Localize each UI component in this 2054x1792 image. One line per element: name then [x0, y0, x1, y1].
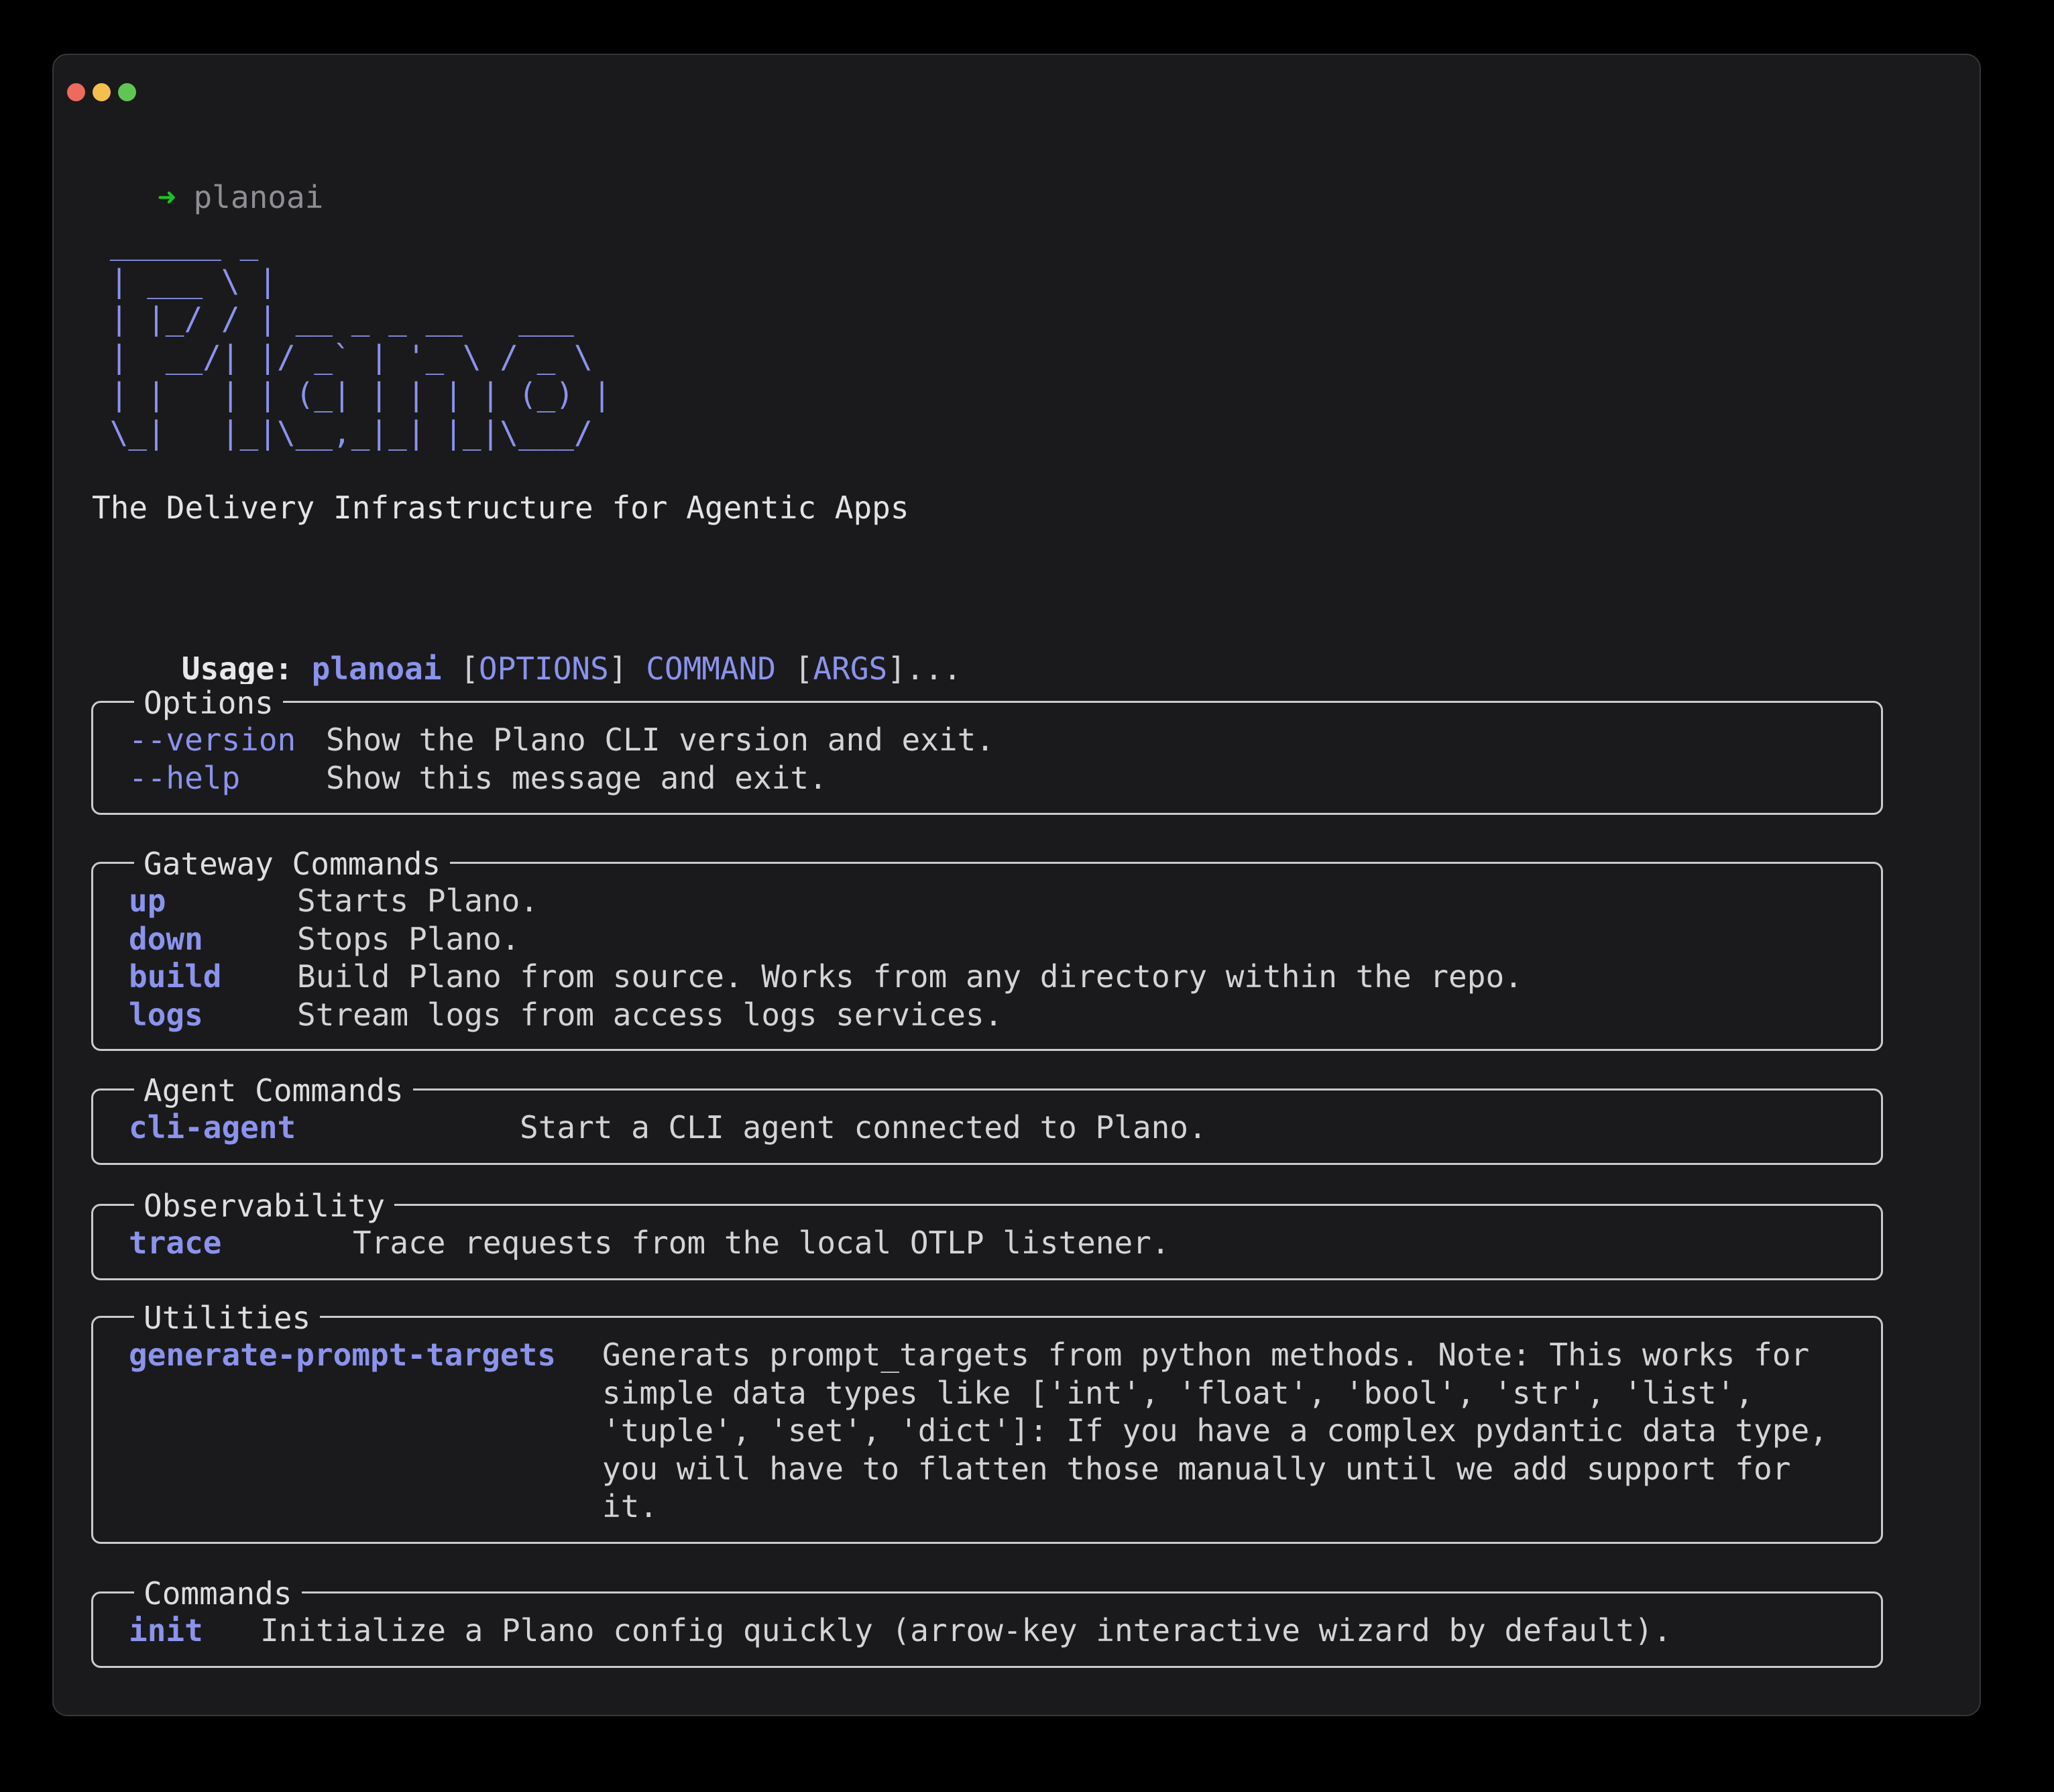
usage-bracket: ] — [609, 651, 646, 687]
terminal-window[interactable]: ➜ planoai ______ _ | ___ \ | | |_/ / | __… — [52, 54, 1981, 1716]
panel-observability: Observability traceTrace requests from t… — [91, 1204, 1883, 1280]
usage-args-arg: ARGS — [813, 651, 887, 687]
command-name-up: up — [129, 882, 297, 920]
zoom-button[interactable] — [118, 83, 136, 101]
command-desc: Build Plano from source. Works from any … — [297, 958, 1523, 996]
window-controls — [67, 83, 136, 101]
command-row: logsStream logs from access logs service… — [129, 996, 1854, 1034]
option-desc: Show the Plano CLI version and exit. — [326, 721, 994, 759]
command-name-cli-agent: cli-agent — [129, 1109, 520, 1147]
usage-options-arg: OPTIONS — [479, 651, 609, 687]
option-flag-help: --help — [129, 759, 326, 797]
command-desc: Stream logs from access logs services. — [297, 996, 1003, 1034]
command-name-build: build — [129, 958, 297, 996]
command-name-down: down — [129, 920, 297, 958]
command-desc: Start a CLI agent connected to Plano. — [520, 1109, 1207, 1147]
command-name-trace: trace — [129, 1224, 353, 1262]
panel-agent-title: Agent Commands — [134, 1072, 413, 1109]
panel-options: Options --versionShow the Plano CLI vers… — [91, 701, 1883, 815]
prompt-command: planoai — [193, 179, 323, 215]
usage-ellipsis: ]... — [887, 651, 962, 687]
command-desc: Generats prompt_targets from python meth… — [602, 1336, 1828, 1526]
option-desc: Show this message and exit. — [326, 759, 828, 797]
command-desc: Starts Plano. — [297, 882, 538, 920]
minimize-button[interactable] — [93, 83, 111, 101]
command-desc: Stops Plano. — [297, 920, 520, 958]
command-row: traceTrace requests from the local OTLP … — [129, 1224, 1854, 1262]
panel-commands: Commands initInitialize a Plano config q… — [91, 1591, 1883, 1668]
option-row: --helpShow this message and exit. — [129, 759, 1854, 797]
command-row: cli-agentStart a CLI agent connected to … — [129, 1109, 1854, 1147]
usage-app-name: planoai — [312, 651, 461, 687]
panel-options-title: Options — [134, 684, 283, 722]
panel-gateway-commands: Gateway Commands upStarts Plano. downSto… — [91, 862, 1883, 1051]
usage-label: Usage: — [182, 651, 312, 687]
tagline: The Delivery Infrastructure for Agentic … — [92, 489, 909, 526]
command-name-logs: logs — [129, 996, 297, 1034]
usage-bracket: [ — [776, 651, 813, 687]
panel-utilities-title: Utilities — [134, 1299, 320, 1337]
panel-observability-title: Observability — [134, 1187, 394, 1225]
command-row: initInitialize a Plano config quickly (a… — [129, 1612, 1854, 1650]
command-row: buildBuild Plano from source. Works from… — [129, 958, 1854, 996]
option-flag-version: --version — [129, 721, 326, 759]
ascii-logo: ______ _ | ___ \ | | |_/ / | __ _ _ __ _… — [91, 224, 611, 451]
command-row: generate-prompt-targetsGenerats prompt_t… — [129, 1336, 1854, 1526]
close-button[interactable] — [67, 83, 85, 101]
command-desc: Trace requests from the local OTLP liste… — [353, 1224, 1170, 1262]
panel-utilities: Utilities generate-prompt-targetsGenerat… — [91, 1316, 1883, 1544]
panel-gateway-title: Gateway Commands — [134, 845, 450, 883]
prompt-arrow-icon: ➜ — [158, 179, 176, 215]
command-name-init: init — [129, 1612, 260, 1650]
option-row: --versionShow the Plano CLI version and … — [129, 721, 1854, 759]
panel-agent-commands: Agent Commands cli-agentStart a CLI agen… — [91, 1088, 1883, 1165]
command-name-generate-prompt-targets: generate-prompt-targets — [129, 1336, 602, 1526]
usage-bracket: [ — [460, 651, 479, 687]
usage-command-arg: COMMAND — [646, 651, 776, 687]
command-row: upStarts Plano. — [129, 882, 1854, 920]
panel-commands-title: Commands — [134, 1575, 302, 1612]
command-row: downStops Plano. — [129, 920, 1854, 958]
command-desc: Initialize a Plano config quickly (arrow… — [260, 1612, 1672, 1650]
